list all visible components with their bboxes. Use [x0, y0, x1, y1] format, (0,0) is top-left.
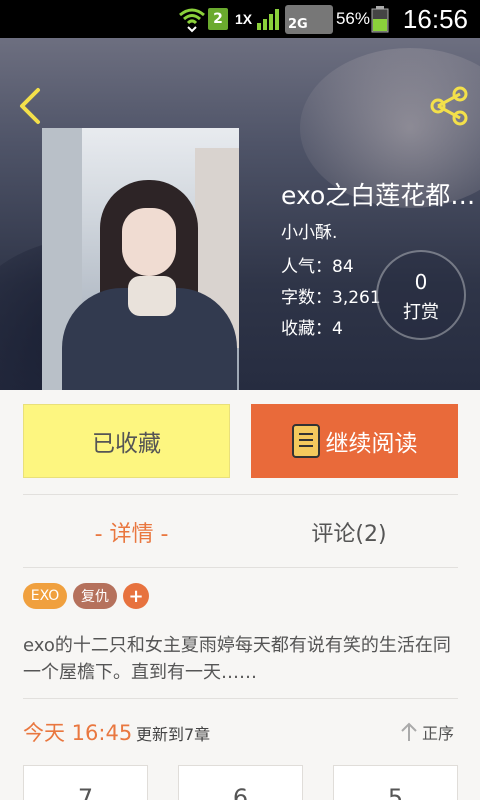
divider — [23, 494, 458, 495]
clock: 16:56 — [402, 3, 468, 34]
favorited-label: 已收藏 — [92, 431, 161, 457]
divider — [23, 567, 458, 568]
battery-percent: 56% — [335, 9, 370, 28]
book-cover-image[interactable] — [42, 128, 239, 390]
book-hero: exo之白莲花都… 小小酥. 人气：84 字数：3,261 收藏：4 0 打赏 — [0, 38, 480, 390]
reward-count: 0 — [414, 270, 428, 294]
reward-label: 打赏 — [403, 302, 439, 323]
network-2g-label: 2G — [285, 5, 333, 34]
arrow-up-icon — [401, 722, 417, 741]
wifi-icon — [178, 0, 206, 38]
status-bar: 2 1X 2G 56% 16:56 — [0, 0, 480, 38]
book-author[interactable]: 小小酥. — [281, 218, 337, 243]
signal-icon — [256, 0, 280, 38]
chapter-item[interactable]: 7 — [23, 765, 148, 800]
add-tag-button[interactable]: + — [123, 583, 149, 609]
tag-exo[interactable]: EXO — [23, 583, 67, 609]
divider — [23, 698, 458, 699]
update-time: 今天 16:45 — [23, 721, 133, 745]
chapter-item[interactable]: 6 — [178, 765, 303, 800]
tab-comments[interactable]: 评论(2) — [240, 510, 458, 554]
share-button[interactable] — [428, 84, 472, 128]
share-icon — [430, 86, 468, 126]
tab-details[interactable]: - 详情 - — [23, 510, 240, 554]
sort-order-button[interactable]: 正序 — [400, 719, 454, 745]
back-button[interactable] — [14, 86, 46, 126]
book-synopsis: exo的十二只和女主夏雨婷每天都有说有笑的生活在同一个屋檐下。直到有一天…… — [23, 635, 451, 683]
chevron-left-icon — [20, 88, 40, 124]
network-1x-label: 1X — [235, 11, 253, 27]
continue-reading-label: 继续阅读 — [325, 431, 418, 457]
book-title: exo之白莲花都… — [281, 181, 476, 210]
book-icon — [291, 424, 320, 458]
continue-reading-button[interactable]: 继续阅读 — [251, 404, 458, 478]
chapter-item[interactable]: 5 — [333, 765, 458, 800]
battery-icon — [370, 0, 390, 38]
favorites-stat: 收藏：4 — [281, 319, 343, 339]
word-count-stat: 字数：3,261 — [281, 288, 381, 308]
sort-order-label: 正序 — [422, 724, 455, 743]
tag-revenge[interactable]: 复仇 — [73, 583, 117, 609]
update-status: 更新到7章 — [136, 725, 211, 744]
sim-slot-badge: 2 — [208, 8, 228, 30]
favorited-button[interactable]: 已收藏 — [23, 404, 230, 478]
reward-button[interactable]: 0 打赏 — [376, 250, 466, 340]
popularity-stat: 人气：84 — [281, 257, 354, 277]
